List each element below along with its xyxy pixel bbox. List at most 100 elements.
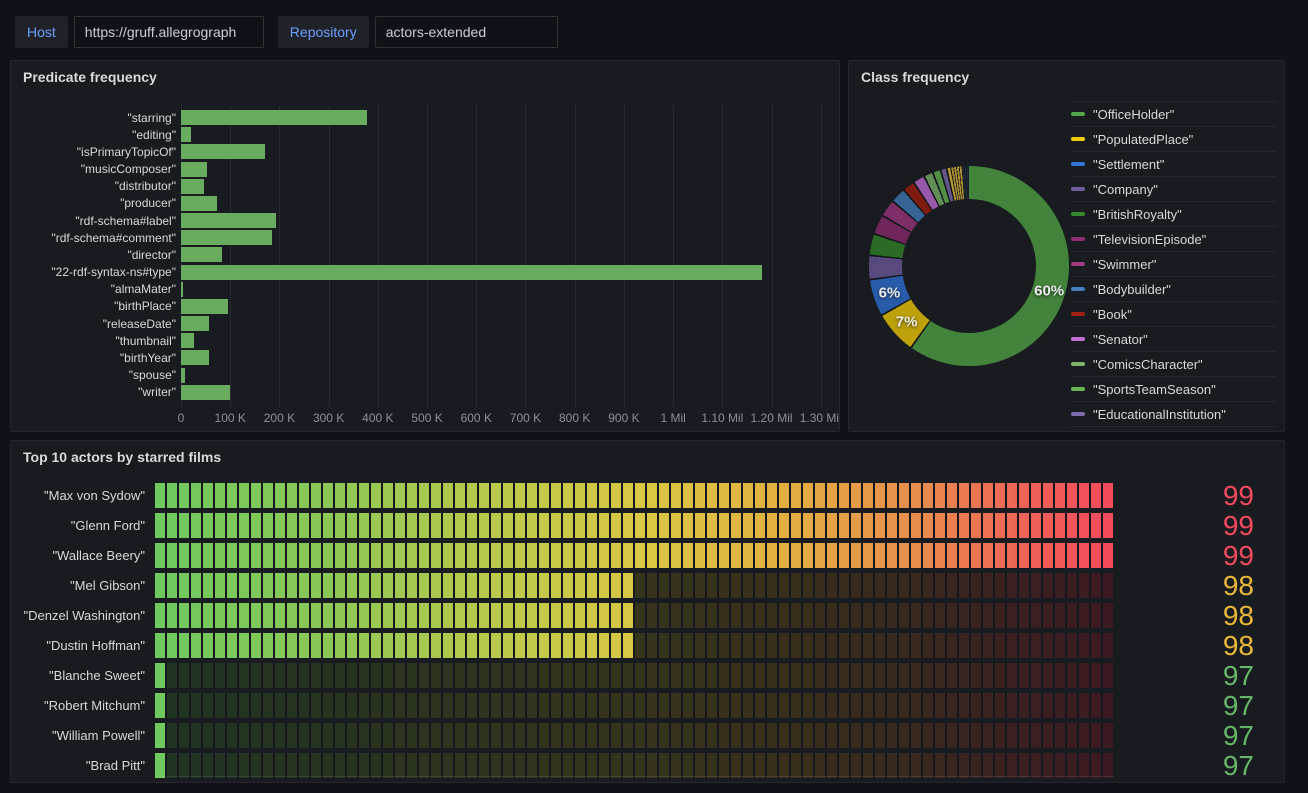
gauge-cell-grid [155, 633, 1113, 658]
legend-label: "Senator" [1093, 332, 1148, 347]
predicate-bar [181, 144, 265, 159]
predicate-track [181, 247, 837, 262]
predicate-bar [181, 385, 230, 400]
predicate-track [181, 144, 837, 159]
legend-item[interactable]: "Book" [1071, 301, 1277, 326]
actor-row: "Glenn Ford"99 [11, 510, 1284, 540]
legend-label: "EducationalInstitution" [1093, 407, 1226, 422]
predicate-label: "producer" [11, 196, 181, 210]
predicate-bar [181, 110, 367, 125]
predicate-label: "writer" [11, 385, 181, 399]
predicate-label: "distributor" [11, 179, 181, 193]
legend-item[interactable]: "ComicsCharacter" [1071, 351, 1277, 376]
legend-swatch-icon [1071, 162, 1085, 166]
predicate-row: "musicComposer" [11, 161, 837, 178]
legend-item[interactable]: "SportsTeamSeason" [1071, 376, 1277, 401]
host-input[interactable] [74, 16, 264, 48]
predicate-row: "editing" [11, 126, 837, 143]
predicate-bar [181, 333, 194, 348]
predicate-bar [181, 368, 185, 383]
actor-gauge-rows: "Max von Sydow"99"Glenn Ford"99"Wallace … [11, 480, 1284, 780]
legend-swatch-icon [1071, 137, 1085, 141]
legend-item[interactable]: "Settlement" [1071, 151, 1277, 176]
legend-item[interactable]: "PopulatedPlace" [1071, 126, 1277, 151]
predicate-row: "distributor" [11, 178, 837, 195]
predicate-track [181, 316, 837, 331]
actor-row: "William Powell"97 [11, 720, 1284, 750]
predicate-track [181, 127, 837, 142]
legend-item[interactable]: "TelevisionEpisode" [1071, 226, 1277, 251]
predicate-label: "22-rdf-syntax-ns#type" [11, 265, 181, 279]
legend-item[interactable]: "BritishRoyalty" [1071, 201, 1277, 226]
predicate-track [181, 213, 837, 228]
panel-title-class-frequency[interactable]: Class frequency [861, 69, 969, 85]
actor-axis-line [156, 776, 1114, 777]
actor-label: "Mel Gibson" [11, 578, 155, 593]
actor-value: 98 [1113, 603, 1284, 628]
axis-tick-label: 1 Mil [660, 411, 685, 425]
panel-title-predicate-frequency[interactable]: Predicate frequency [23, 69, 157, 85]
legend-swatch-icon [1071, 187, 1085, 191]
legend-swatch-icon [1071, 262, 1085, 266]
legend-item[interactable]: "Bodybuilder" [1071, 276, 1277, 301]
actor-label: "Dustin Hoffman" [11, 638, 155, 653]
predicate-bar [181, 213, 276, 228]
gauge-cell-grid [155, 663, 1113, 688]
legend-item[interactable]: "Company" [1071, 176, 1277, 201]
dashboard-controls: Host Repository [15, 16, 558, 48]
predicate-row: "spouse" [11, 367, 837, 384]
predicate-row: "isPrimaryTopicOf" [11, 143, 837, 160]
legend-label: "Settlement" [1093, 157, 1164, 172]
predicate-bar [181, 299, 228, 314]
actor-gauge [155, 753, 1113, 778]
gauge-cell-grid [155, 513, 1113, 538]
predicate-row: "rdf-schema#comment" [11, 229, 837, 246]
axis-tick-label: 500 K [411, 411, 442, 425]
legend-label: "OfficeHolder" [1093, 107, 1174, 122]
gauge-cell-grid [155, 483, 1113, 508]
donut-percent-label: 7% [896, 314, 918, 331]
predicate-track [181, 196, 837, 211]
actor-gauge [155, 573, 1113, 598]
actor-row: "Denzel Washington" 98 [11, 600, 1284, 630]
predicate-label: "rdf-schema#label" [11, 214, 181, 228]
predicate-label: "starring" [11, 111, 181, 125]
predicate-label: "birthYear" [11, 351, 181, 365]
legend-label: "SportsTeamSeason" [1093, 382, 1216, 397]
predicate-row: "almaMater" [11, 281, 837, 298]
legend-item[interactable]: "Website" [1071, 426, 1277, 432]
class-legend: "OfficeHolder" "PopulatedPlace" "Settlemen… [1071, 101, 1277, 432]
legend-label: "Bodybuilder" [1093, 282, 1171, 297]
predicate-label: "rdf-schema#comment" [11, 231, 181, 245]
actor-label: "Robert Mitchum" [11, 698, 155, 713]
legend-label: "PopulatedPlace" [1093, 132, 1193, 147]
predicate-bar [181, 196, 217, 211]
legend-label: "Company" [1093, 182, 1158, 197]
actor-label: "Brad Pitt" [11, 758, 155, 773]
actor-label: "Denzel Washington" [11, 608, 155, 623]
legend-item[interactable]: "OfficeHolder" [1071, 101, 1277, 126]
predicate-row: "director" [11, 246, 837, 263]
legend-label: "ComicsCharacter" [1093, 357, 1203, 372]
axis-tick-label: 200 K [264, 411, 295, 425]
predicate-track [181, 299, 837, 314]
gauge-cell-grid [155, 543, 1113, 568]
legend-item[interactable]: "Swimmer" [1071, 251, 1277, 276]
predicate-bar [181, 230, 272, 245]
panel-title-top-actors[interactable]: Top 10 actors by starred films [23, 449, 221, 465]
legend-swatch-icon [1071, 387, 1085, 391]
legend-item[interactable]: "Senator" [1071, 326, 1277, 351]
legend-swatch-icon [1071, 362, 1085, 366]
predicate-track [181, 230, 837, 245]
actor-row: "Mel Gibson" 98 [11, 570, 1284, 600]
actor-value: 97 [1113, 693, 1284, 718]
actor-value: 97 [1113, 753, 1284, 778]
actor-label: "Glenn Ford" [11, 518, 155, 533]
legend-swatch-icon [1071, 237, 1085, 241]
actor-value: 98 [1113, 633, 1284, 658]
repository-input[interactable] [375, 16, 558, 48]
predicate-track [181, 162, 837, 177]
legend-item[interactable]: "EducationalInstitution" [1071, 401, 1277, 426]
predicate-row: "birthYear" [11, 349, 837, 366]
actor-value: 98 [1113, 573, 1284, 598]
